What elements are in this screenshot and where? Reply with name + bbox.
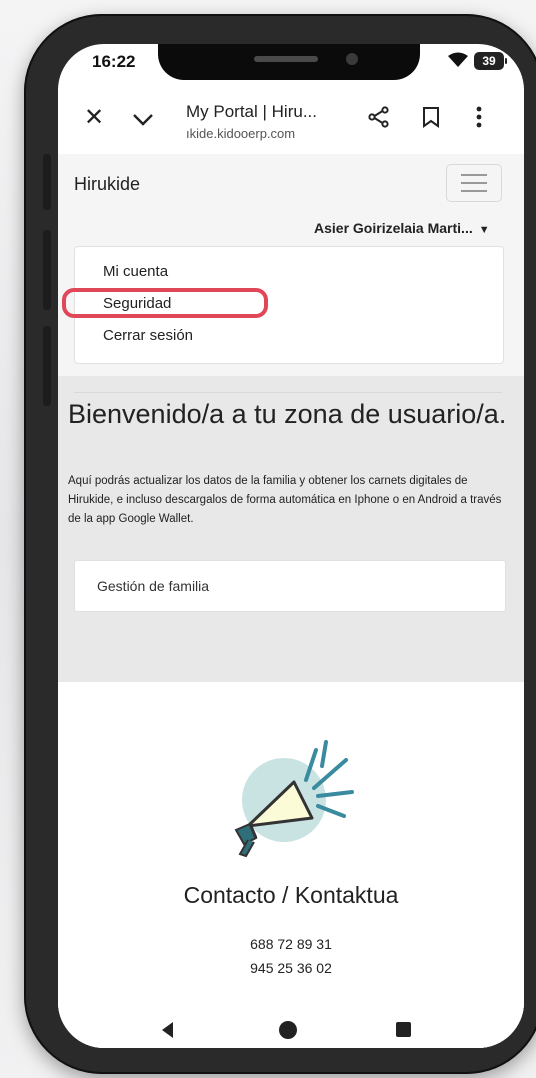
- contact-phone-2[interactable]: 945 25 36 02: [58, 960, 524, 976]
- hamburger-icon[interactable]: [446, 164, 502, 202]
- caret-down-icon: ▼: [478, 224, 490, 236]
- megaphone-icon: [226, 730, 356, 865]
- phone-volume-up-button: [43, 230, 51, 310]
- user-name: Asier Goirizelaia Marti...: [314, 220, 473, 236]
- nav-recent-apps-icon[interactable]: [396, 1022, 411, 1037]
- android-nav-bar: [58, 1006, 524, 1048]
- web-page: Hirukide Asier Goirizelaia Marti... ▼ Mi …: [58, 154, 524, 1048]
- chevron-down-icon[interactable]: [132, 108, 154, 132]
- nav-home-icon[interactable]: [279, 1021, 297, 1039]
- battery-icon: 39: [474, 52, 507, 70]
- welcome-section: Bienvenido/a a tu zona de usuario/a. Aqu…: [58, 376, 524, 682]
- share-icon[interactable]: [368, 106, 390, 133]
- status-time: 16:22: [92, 52, 136, 71]
- site-navbar: Hirukide Asier Goirizelaia Marti... ▼ Mi …: [58, 154, 524, 394]
- welcome-text: Aquí podrás actualizar los datos de la f…: [68, 475, 502, 525]
- phone-volume-down-button: [43, 326, 51, 406]
- family-management-label: Gestión de familia: [97, 578, 210, 594]
- menu-item-mi-cuenta[interactable]: Mi cuenta: [103, 263, 168, 280]
- status-bar: 16:22 39: [58, 44, 524, 80]
- browser-page-title[interactable]: My Portal | Hiru...: [186, 102, 317, 122]
- divider: [74, 392, 502, 393]
- seguridad-highlight-annotation: [62, 288, 268, 318]
- phone-screen: 16:22 39 ✕ My Portal | Hiru... ıkide.kid…: [58, 44, 524, 1048]
- more-vert-icon[interactable]: [476, 106, 482, 133]
- close-icon[interactable]: ✕: [84, 106, 104, 130]
- phone-side-button-top: [43, 154, 51, 210]
- family-management-card[interactable]: Gestión de familia: [74, 560, 506, 612]
- welcome-title: Bienvenido/a a tu zona de usuario/a.: [68, 399, 507, 429]
- site-brand[interactable]: Hirukide: [74, 174, 140, 195]
- contact-footer: Contacto / Kontaktua 688 72 89 31 945 25…: [58, 682, 524, 1048]
- bookmark-icon[interactable]: [422, 106, 440, 133]
- wifi-icon: [448, 52, 468, 73]
- browser-toolbar: ✕ My Portal | Hiru... ıkide.kidooerp.com: [58, 88, 524, 154]
- contact-title: Contacto / Kontaktua: [183, 882, 399, 908]
- browser-url[interactable]: ıkide.kidooerp.com: [186, 126, 295, 141]
- contact-phone-1[interactable]: 688 72 89 31: [58, 936, 524, 952]
- nav-back-icon[interactable]: [162, 1022, 173, 1038]
- user-menu-toggle[interactable]: Asier Goirizelaia Marti... ▼: [314, 220, 490, 236]
- menu-item-cerrar-sesion[interactable]: Cerrar sesión: [103, 327, 193, 344]
